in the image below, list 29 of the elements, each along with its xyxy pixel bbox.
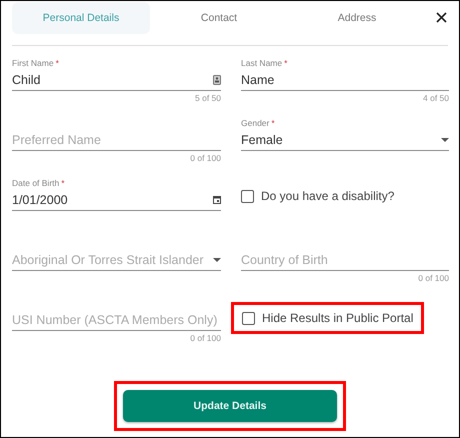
checkbox[interactable] <box>242 312 255 324</box>
input-field[interactable]: Country of Birth <box>241 249 449 271</box>
field-label: Gender * <box>241 117 275 129</box>
select-field[interactable]: Aboriginal Or Torres Strait Islander <box>12 249 221 271</box>
caret-icon <box>441 138 449 142</box>
field-label: Date of Birth * <box>12 177 65 189</box>
input-field[interactable]: Name <box>241 69 449 91</box>
caret-icon <box>213 258 221 262</box>
character-counter: 5 of 50 <box>195 93 221 103</box>
character-counter: 4 of 50 <box>423 93 449 103</box>
input-field[interactable]: Child <box>12 69 221 91</box>
checkbox-label: Hide Results in Public Portal <box>262 311 414 325</box>
date-field[interactable]: 1/01/2000 <box>12 189 221 211</box>
select-field[interactable]: Female <box>241 129 449 151</box>
character-counter: 0 of 100 <box>190 153 221 163</box>
calendar-icon <box>213 196 221 204</box>
tab[interactable]: Personal Details <box>12 2 150 34</box>
tab[interactable]: Contact <box>150 2 288 34</box>
character-counter: 0 of 100 <box>418 273 449 283</box>
input-field[interactable]: USI Number (ASCTA Members Only) <box>12 309 221 331</box>
input-field[interactable]: Preferred Name <box>12 129 221 151</box>
field-label: First Name * <box>12 57 59 69</box>
checkbox-label: Do you have a disability? <box>261 189 394 203</box>
checkbox[interactable] <box>241 190 254 202</box>
update-details-button[interactable]: Update Details <box>123 390 337 422</box>
tab[interactable]: Address <box>288 2 426 34</box>
character-counter: 0 of 100 <box>190 333 221 343</box>
field-label: Last Name * <box>241 57 288 69</box>
close-icon[interactable] <box>434 10 448 24</box>
